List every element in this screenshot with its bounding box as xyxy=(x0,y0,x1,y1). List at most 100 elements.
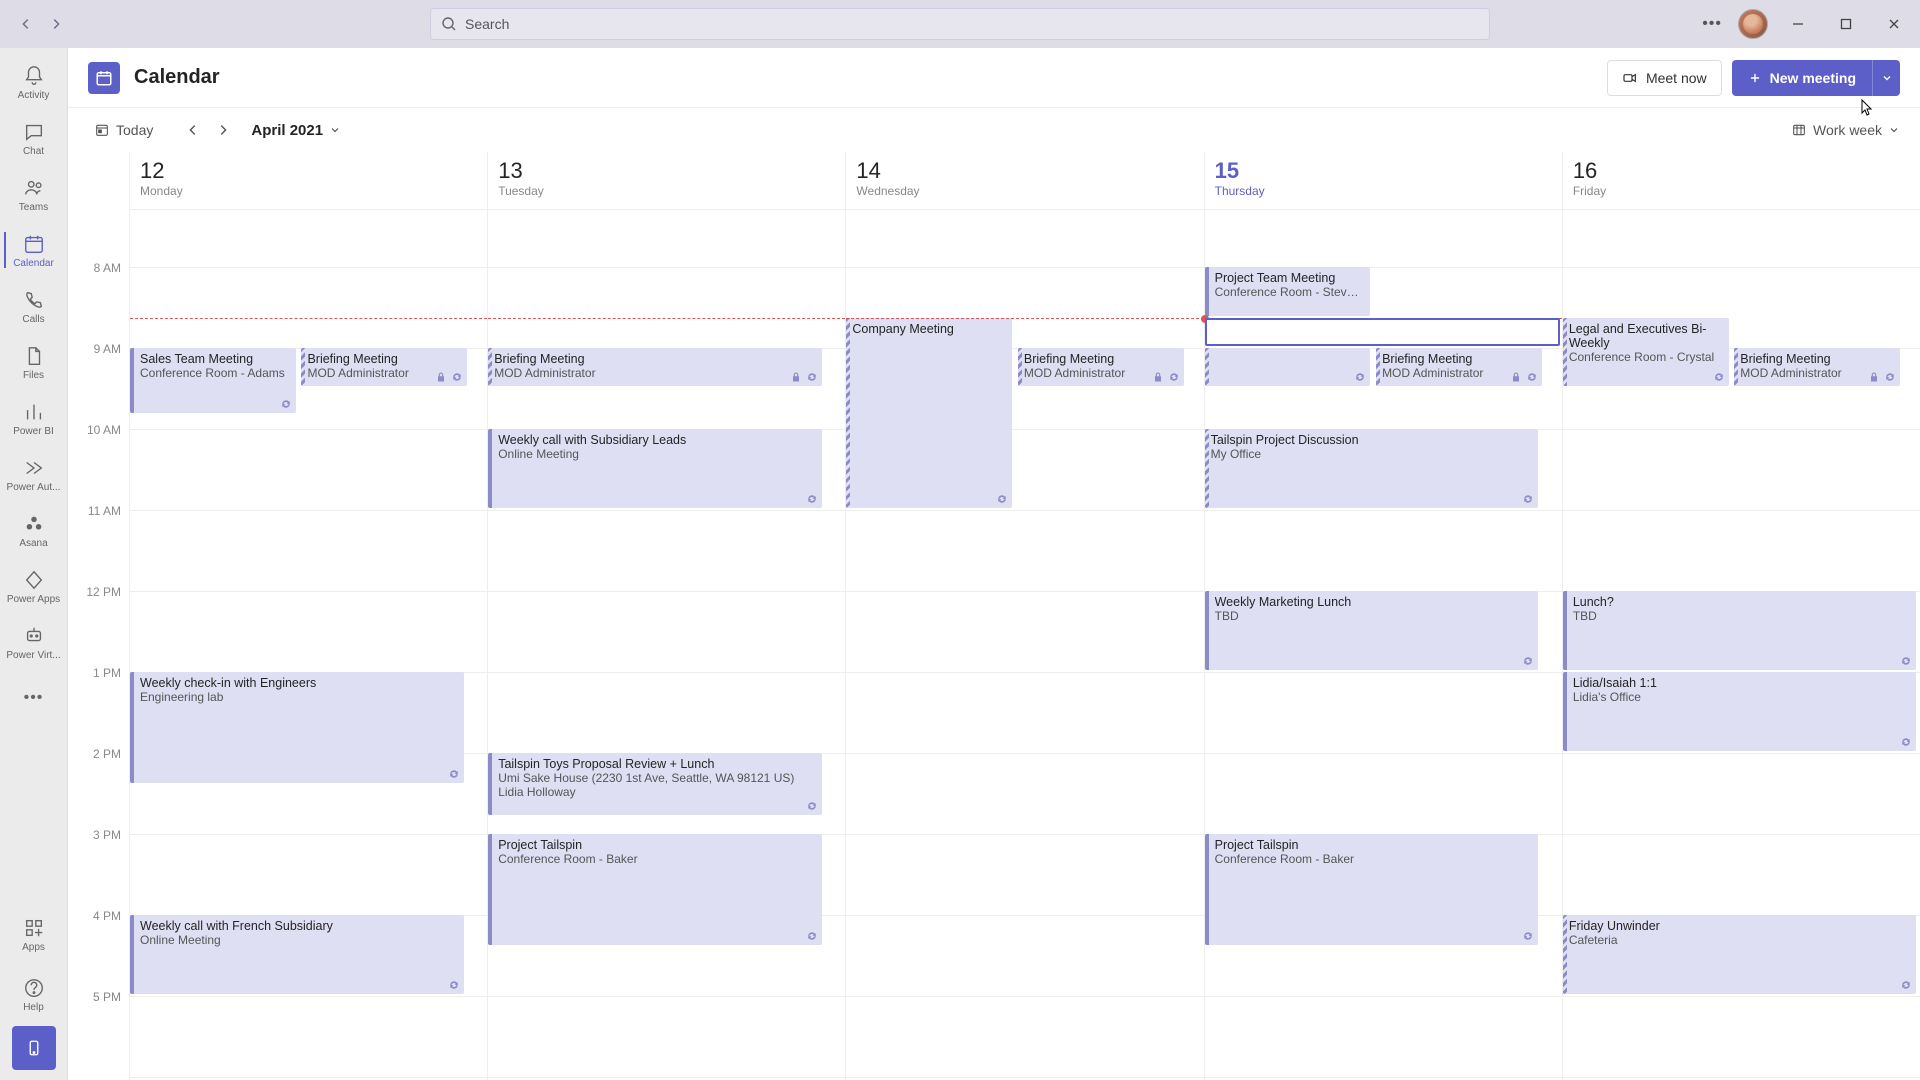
calendar-event[interactable]: Briefing MeetingMOD Administrator xyxy=(1376,348,1542,387)
time-label: 9 AM xyxy=(94,342,121,356)
calendar-event[interactable]: Briefing MeetingMOD Administrator xyxy=(488,348,822,387)
event-title: Project Tailspin xyxy=(498,838,816,852)
calendar-event[interactable]: Briefing MeetingMOD Administrator xyxy=(1018,348,1184,387)
sidebar-item-help[interactable]: Help xyxy=(4,966,64,1022)
event-title: Project Team Meeting xyxy=(1215,271,1365,285)
event-icons xyxy=(1713,371,1725,383)
title-bar: Search ••• xyxy=(0,0,1920,48)
new-meeting-button[interactable]: New meeting xyxy=(1732,60,1872,96)
day-name: Monday xyxy=(140,184,477,198)
event-location: Online Meeting xyxy=(140,933,458,947)
sidebar-item-chat[interactable]: Chat xyxy=(4,110,64,166)
search-input[interactable]: Search xyxy=(430,8,1490,40)
calendar-event[interactable]: Legal and Executives Bi-WeeklyConference… xyxy=(1563,318,1729,386)
day-header[interactable]: 15Thursday xyxy=(1205,152,1562,210)
time-label: 8 AM xyxy=(94,261,121,275)
event-title: Weekly Marketing Lunch xyxy=(1215,595,1533,609)
chart-icon xyxy=(22,400,46,424)
sidebar-item-powerbi[interactable]: Power BI xyxy=(4,390,64,446)
calendar-event[interactable]: Lidia/Isaiah 1:1Lidia's Office xyxy=(1563,672,1916,751)
day-number: 13 xyxy=(498,160,835,182)
calendar-event[interactable]: Project Team MeetingConference Room - St… xyxy=(1205,267,1371,316)
grid-icon xyxy=(1791,122,1807,138)
sidebar-item-more[interactable]: ••• xyxy=(4,670,64,726)
time-label: 4 PM xyxy=(93,909,121,923)
calendar-event[interactable]: Briefing MeetingMOD Administrator xyxy=(301,348,467,387)
month-picker[interactable]: April 2021 xyxy=(251,122,341,139)
calendar-event[interactable]: Project TailspinConference Room - Baker xyxy=(1205,834,1539,945)
minimize-button[interactable] xyxy=(1780,10,1816,38)
maximize-button[interactable] xyxy=(1828,10,1864,38)
calendar-event[interactable]: Weekly check-in with EngineersEngineerin… xyxy=(130,672,464,783)
now-indicator xyxy=(130,318,487,319)
people-icon xyxy=(22,176,46,200)
calendar-event[interactable]: Company Meeting xyxy=(846,318,1012,508)
calendar-event[interactable]: Sales Team MeetingConference Room - Adam… xyxy=(130,348,296,413)
sidebar-item-calls[interactable]: Calls xyxy=(4,278,64,334)
next-week-button[interactable] xyxy=(209,116,237,144)
event-title: Tailspin Project Discussion xyxy=(1211,433,1533,447)
sidebar-item-teams[interactable]: Teams xyxy=(4,166,64,222)
time-label: 2 PM xyxy=(93,747,121,761)
bell-icon xyxy=(22,64,46,88)
day-column[interactable]: 12Monday Sales Team MeetingConference Roo… xyxy=(130,152,488,1080)
sidebar-item-powerautomate[interactable]: Power Aut... xyxy=(4,446,64,502)
event-location: Conference Room - Stevens xyxy=(1215,285,1365,299)
more-button[interactable]: ••• xyxy=(1698,11,1726,37)
ellipsis-icon: ••• xyxy=(22,686,46,710)
close-button[interactable] xyxy=(1876,10,1912,38)
event-title: Friday Unwinder xyxy=(1569,919,1910,933)
calendar-event[interactable]: Tailspin Toys Proposal Review + LunchUmi… xyxy=(488,753,822,816)
asana-icon xyxy=(22,512,46,536)
calendar-event[interactable]: Briefing MeetingMOD Administrator xyxy=(1734,348,1900,387)
day-column[interactable]: 15Thursday Project Team MeetingConference… xyxy=(1205,152,1563,1080)
calendar-view: Calendar Meet now New meeting Today xyxy=(68,48,1920,1080)
sidebar-item-activity[interactable]: Activity xyxy=(4,54,64,110)
day-column[interactable]: 16Friday Legal and Executives Bi-WeeklyCo… xyxy=(1563,152,1920,1080)
event-title: Briefing Meeting xyxy=(1740,352,1894,366)
help-icon xyxy=(22,976,46,1000)
now-indicator xyxy=(846,318,1203,319)
calendar-event[interactable]: Weekly Marketing LunchTBD xyxy=(1205,591,1539,670)
sidebar-item-calendar[interactable]: Calendar xyxy=(4,222,64,278)
avatar[interactable] xyxy=(1738,9,1768,39)
sidebar-item-asana[interactable]: Asana xyxy=(4,502,64,558)
calendar-event[interactable]: Friday UnwinderCafeteria xyxy=(1563,915,1916,994)
calendar-event[interactable]: Project TailspinConference Room - Baker xyxy=(488,834,822,945)
app-rail: Activity Chat Teams Calendar Calls Files… xyxy=(0,48,68,1080)
day-column[interactable]: 14Wednesday Company MeetingBriefing Meeti… xyxy=(846,152,1204,1080)
view-selector[interactable]: Work week xyxy=(1791,122,1900,138)
day-column[interactable]: 13Tuesday Briefing MeetingMOD Administrat… xyxy=(488,152,846,1080)
day-header[interactable]: 14Wednesday xyxy=(846,152,1203,210)
sidebar-item-apps[interactable]: Apps xyxy=(4,906,64,962)
calendar-event[interactable]: Weekly call with French SubsidiaryOnline… xyxy=(130,915,464,994)
calendar-event[interactable]: Lunch?TBD xyxy=(1563,591,1916,670)
sidebar-item-powerapps[interactable]: Power Apps xyxy=(4,558,64,614)
mobile-app-button[interactable] xyxy=(12,1026,56,1070)
calendar-event[interactable] xyxy=(1205,318,1560,346)
today-button[interactable]: Today xyxy=(88,118,159,142)
day-name: Thursday xyxy=(1215,184,1552,198)
calendar-event[interactable] xyxy=(1205,348,1371,387)
event-location: Conference Room - Baker xyxy=(498,852,816,866)
calendar-event[interactable]: Tailspin Project DiscussionMy Office xyxy=(1205,429,1539,508)
event-icons xyxy=(996,493,1008,505)
event-location: Umi Sake House (2230 1st Ave, Seattle, W… xyxy=(498,771,816,785)
back-button[interactable] xyxy=(14,12,38,36)
sidebar-item-powervirt[interactable]: Power Virt... xyxy=(4,614,64,670)
event-icons xyxy=(1900,655,1912,667)
calendar-icon xyxy=(22,232,46,256)
event-icons xyxy=(1522,930,1534,942)
new-meeting-dropdown[interactable] xyxy=(1872,60,1900,96)
forward-button[interactable] xyxy=(44,12,68,36)
day-header[interactable]: 13Tuesday xyxy=(488,152,845,210)
event-location: Online Meeting xyxy=(498,447,816,461)
calendar-event[interactable]: Weekly call with Subsidiary LeadsOnline … xyxy=(488,429,822,508)
sidebar-item-files[interactable]: Files xyxy=(4,334,64,390)
prev-week-button[interactable] xyxy=(179,116,207,144)
event-title: Briefing Meeting xyxy=(494,352,816,366)
meet-now-button[interactable]: Meet now xyxy=(1607,60,1722,96)
day-header[interactable]: 16Friday xyxy=(1563,152,1920,210)
time-label: 1 PM xyxy=(93,666,121,680)
day-header[interactable]: 12Monday xyxy=(130,152,487,210)
